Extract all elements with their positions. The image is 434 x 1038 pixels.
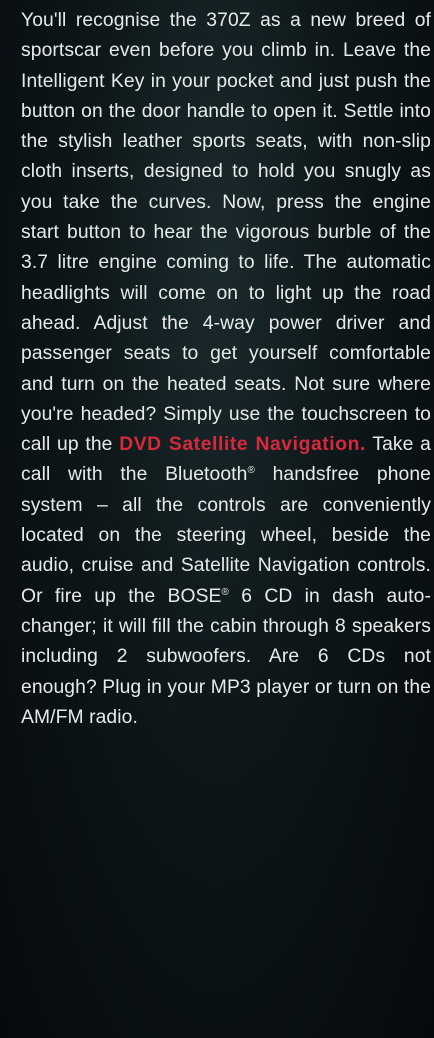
registered-mark: ® — [221, 586, 229, 598]
registered-mark: ® — [247, 465, 255, 477]
body-copy: You'll recognise the 370Z as a new breed… — [21, 6, 431, 733]
body-text-intro: You'll recognise the 370Z as a new breed… — [21, 10, 431, 456]
feature-highlight-dvd-sat-nav: DVD Satellite Navigation. — [119, 434, 366, 456]
